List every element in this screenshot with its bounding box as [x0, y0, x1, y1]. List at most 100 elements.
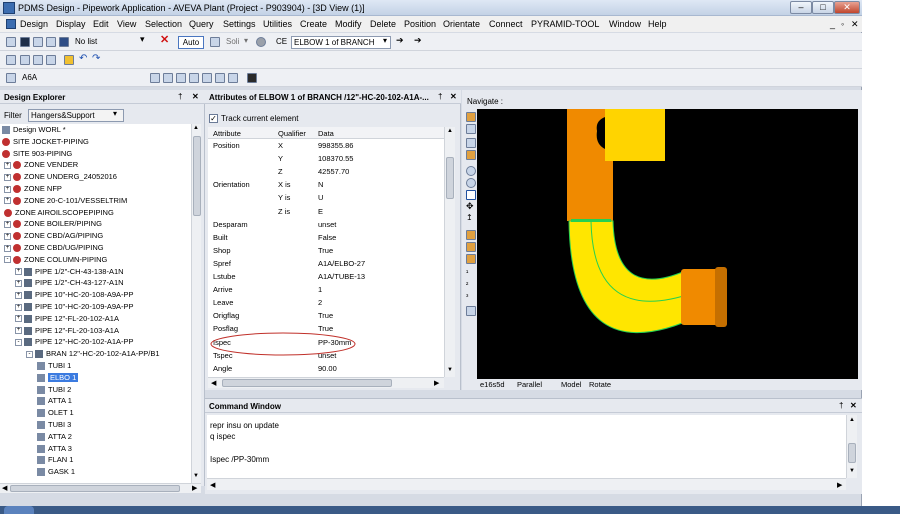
menu-position[interactable]: Position	[404, 19, 436, 29]
view-preset-3-icon[interactable]: ³	[466, 294, 468, 301]
members-icon[interactable]	[6, 37, 16, 47]
menu-help[interactable]: Help	[648, 19, 667, 29]
attr-value-cell[interactable]: True	[318, 246, 333, 255]
view-tool-3-icon[interactable]	[466, 138, 476, 148]
collapse-icon[interactable]: -	[15, 338, 22, 346]
maximize-button[interactable]: □	[812, 1, 834, 14]
menu-view[interactable]: View	[117, 19, 136, 29]
cmd-scroll-right-icon[interactable]: ▶	[837, 481, 842, 489]
header-data[interactable]: Data	[318, 129, 334, 138]
tree-scroll-up-icon[interactable]: ▲	[193, 125, 199, 131]
attr-scroll-up-icon[interactable]: ▲	[447, 128, 453, 134]
command-output[interactable]: repr insu on update q ispec Ispec /PP-30…	[207, 415, 857, 478]
filter-combo[interactable]: Hangers&Support	[28, 109, 124, 122]
nav-tool-2-icon[interactable]	[163, 73, 173, 83]
back-icon[interactable]: ➔	[396, 35, 404, 46]
select-icon[interactable]	[6, 55, 16, 65]
attributes-vertical-scrollbar[interactable]: ▲ ▼	[444, 127, 455, 377]
view-status-mode[interactable]: Model	[561, 380, 581, 389]
tree-item[interactable]: SITE 903-PIPING	[2, 148, 72, 160]
tree-item[interactable]: + PIPE 12"-FL-20-103-A1A	[15, 325, 119, 337]
menu-window[interactable]: Window	[609, 19, 641, 29]
tree-item[interactable]: ATTA 1	[37, 395, 72, 407]
tree-scroll-right-icon[interactable]: ▶	[192, 484, 197, 492]
menu-display[interactable]: Display	[56, 19, 86, 29]
expand-icon[interactable]: +	[15, 291, 22, 299]
command-pin-icon[interactable]: †	[839, 401, 843, 410]
material-icon[interactable]	[256, 37, 266, 47]
tree-item[interactable]: + PIPE 10"-HC-20-109-A9A-PP	[15, 301, 134, 313]
tree-scroll-left-icon[interactable]: ◀	[2, 484, 7, 492]
tree-vertical-scrollbar[interactable]: ▲ ▼	[191, 124, 201, 483]
user-icon[interactable]	[247, 73, 257, 83]
expand-icon[interactable]: +	[4, 161, 11, 169]
attr-value-cell[interactable]: unset	[318, 220, 336, 229]
tree-item[interactable]: + ZONE UNDERG_24052016	[4, 171, 117, 183]
expand-icon[interactable]: +	[15, 279, 22, 287]
attributes-horizontal-scrollbar[interactable]: ◀ ▶	[208, 377, 444, 388]
tree-item[interactable]: ZONE AIROILSCOPEPIPING	[4, 207, 114, 219]
header-attribute[interactable]: Attribute	[213, 129, 241, 138]
save-icon[interactable]	[20, 37, 30, 47]
clear-list-icon[interactable]: ✕	[160, 33, 169, 46]
undo-icon[interactable]: ↶	[79, 53, 87, 64]
expand-icon[interactable]: +	[4, 173, 11, 181]
menu-orientate[interactable]: Orientate	[443, 19, 480, 29]
pipe-tool-icon[interactable]	[33, 55, 43, 65]
tree-item[interactable]: - PIPE 12"-HC-20-102-A1A-PP	[15, 336, 134, 348]
menu-design[interactable]: Design	[20, 19, 48, 29]
expand-icon[interactable]: +	[4, 220, 11, 228]
tree-hscroll-thumb[interactable]	[10, 485, 180, 492]
attr-value-cell[interactable]: E	[318, 207, 323, 216]
tree-scroll-thumb[interactable]	[193, 136, 201, 216]
tree-item[interactable]: + ZONE CBD/AG/PIPING	[4, 230, 103, 242]
tree-item[interactable]: OLET 1	[37, 407, 74, 419]
attr-scroll-right-icon[interactable]: ▶	[434, 379, 439, 387]
filter-dropdown-icon[interactable]: ▾	[113, 109, 117, 118]
menu-delete[interactable]: Delete	[370, 19, 396, 29]
element-input[interactable]: A6A	[22, 73, 37, 82]
menu-query[interactable]: Query	[189, 19, 214, 29]
flange-face[interactable]	[715, 267, 727, 327]
tree-item[interactable]: - ZONE COLUMN-PIPING	[4, 254, 107, 266]
collection-icon[interactable]	[46, 37, 56, 47]
attributes-close-icon[interactable]: ✕	[450, 92, 457, 101]
tree-item[interactable]: + ZONE 20-C-101/VESSELTRIM	[4, 195, 127, 207]
view-tool-7-icon[interactable]	[466, 254, 476, 264]
view-tool-5-icon[interactable]	[466, 230, 476, 240]
expand-icon[interactable]: +	[15, 315, 22, 323]
attr-value-cell[interactable]: 2	[318, 298, 322, 307]
attr-value-cell[interactable]: 108370.55	[318, 154, 353, 163]
attr-value-cell[interactable]: 1	[318, 285, 322, 294]
zoom-in-icon[interactable]	[466, 166, 476, 176]
tree-item[interactable]: GASK 1	[37, 466, 75, 478]
tree-item[interactable]: + PIPE 12"-FL-20-102-A1A	[15, 313, 119, 325]
attr-value-cell[interactable]: A1A/ELBO-27	[318, 259, 365, 268]
solid-label[interactable]: Soli	[226, 37, 239, 46]
zoom-out-icon[interactable]	[466, 178, 476, 188]
expand-icon[interactable]: +	[15, 327, 22, 335]
close-button[interactable]: ✕	[834, 1, 860, 14]
collapse-icon[interactable]: -	[26, 350, 33, 358]
nav-tool-7-icon[interactable]	[228, 73, 238, 83]
cmd-scroll-thumb[interactable]	[848, 443, 856, 463]
nav-tool-5-icon[interactable]	[202, 73, 212, 83]
menu-create[interactable]: Create	[300, 19, 327, 29]
solid-dropdown-icon[interactable]: ▾	[244, 36, 248, 45]
ce-dropdown-icon[interactable]: ▾	[383, 36, 387, 45]
nav-tool-6-icon[interactable]	[215, 73, 225, 83]
view-tool-6-icon[interactable]	[466, 242, 476, 252]
menu-modify[interactable]: Modify	[335, 19, 362, 29]
attributes-pin-icon[interactable]: †	[438, 92, 442, 101]
attr-value-cell[interactable]: 42557.70	[318, 167, 349, 176]
tree-item[interactable]: + ZONE CBD/UG/PIPING	[4, 242, 104, 254]
attr-hscroll-thumb[interactable]	[222, 379, 392, 387]
view-tool-4-icon[interactable]	[466, 150, 476, 160]
current-element-combo[interactable]: ELBOW 1 of BRANCH	[291, 36, 391, 49]
tree-item[interactable]: TUBI 2	[37, 384, 71, 396]
view-status-action[interactable]: Rotate	[589, 380, 611, 389]
bend-tool-icon[interactable]	[46, 55, 56, 65]
explorer-pin-icon[interactable]: †	[178, 92, 182, 101]
tree-horizontal-scrollbar[interactable]: ◀ ▶	[0, 483, 201, 493]
attr-value-cell[interactable]: 90.00	[318, 364, 337, 373]
